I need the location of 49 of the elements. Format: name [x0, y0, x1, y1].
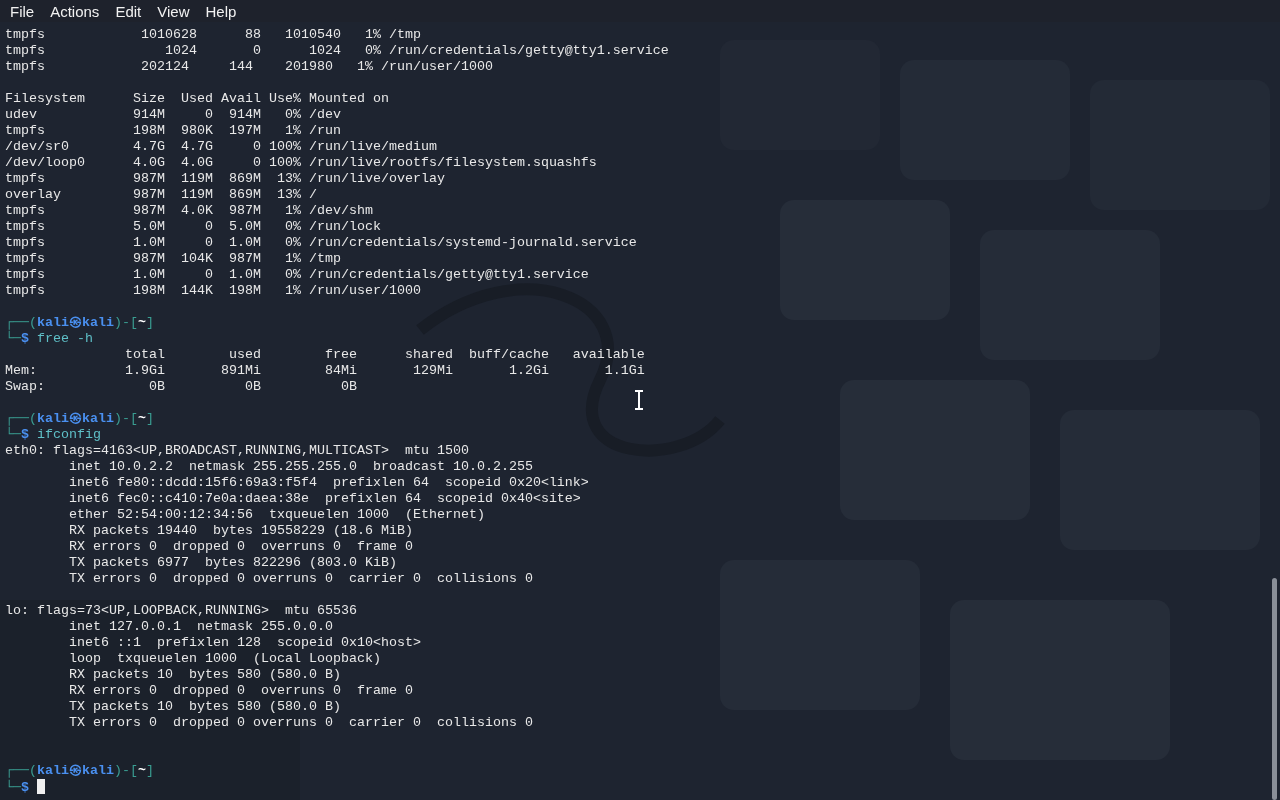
terminal-line: RX packets 19440 bytes 19558229 (18.6 MiB)	[68, 523, 413, 538]
terminal-line: tmpfs 198M 144K 198M 1% /run/user/1000	[5, 283, 421, 298]
terminal-line: loop txqueuelen 1000 (Local Loopback)	[68, 651, 381, 666]
terminal-line: TX errors 0 dropped 0 overruns 0 carrier 0 collisions 0	[68, 715, 533, 730]
terminal-line: Filesystem Size Used Avail Use% Mounted on	[5, 91, 389, 106]
terminal-line: tmpfs 202124 144 201980 1% /run/user/1000	[5, 59, 493, 74]
terminal-line: RX packets 10 bytes 580 (580.0 B)	[68, 667, 341, 682]
terminal-line: /dev/sr0 4.7G 4.7G 0 100% /run/live/medium	[5, 139, 437, 154]
menu-item[interactable]: Actions	[42, 1, 108, 21]
menu-item[interactable]: Help	[197, 1, 245, 21]
terminal-line: TX packets 6977 bytes 822296 (803.0 KiB)	[68, 555, 397, 570]
terminal-line: tmpfs 198M 980K 197M 1% /run	[5, 123, 341, 138]
text-cursor-icon	[634, 390, 644, 410]
terminal-line: inet 10.0.2.2 netmask 255.255.255.0 broadcast 10.0.2.255	[68, 459, 533, 474]
terminal-line: overlay 987M 119M 869M 13% /	[5, 187, 317, 202]
terminal-line: inet6 fe80::dcdd:15f6:69a3:f5f4 prefixlen 64 scopeid 0x20<link>	[68, 475, 589, 490]
terminal-line: RX errors 0 dropped 0 overruns 0 frame 0	[68, 683, 413, 698]
terminal-line: inet 127.0.0.1 netmask 255.0.0.0	[68, 619, 333, 634]
terminal-line: TX errors 0 dropped 0 overruns 0 carrier 0 collisions 0	[68, 571, 533, 586]
terminal-line: udev 914M 0 914M 0% /dev	[5, 107, 341, 122]
prompt-line: ┌──(kali㉿kali)-[~]	[5, 411, 154, 426]
menu-item[interactable]: File	[2, 1, 43, 21]
terminal-line: inet6 ::1 prefixlen 128 scopeid 0x10<host>	[68, 635, 421, 650]
terminal-line: Mem: 1.9Gi 891Mi 84Mi 129Mi 1.2Gi 1.1Gi	[5, 363, 645, 378]
terminal-line: /dev/loop0 4.0G 4.0G 0 100% /run/live/rootfs/filesystem.squashfs	[5, 155, 597, 170]
menu-item[interactable]: Edit	[107, 1, 150, 21]
menu-item[interactable]: View	[149, 1, 198, 21]
terminal-line: lo: flags=73<UP,LOOPBACK,RUNNING> mtu 65536	[5, 603, 357, 618]
terminal-line: eth0: flags=4163<UP,BROADCAST,RUNNING,MULTICAST> mtu 1500	[5, 443, 469, 458]
command-line: └─$	[5, 780, 29, 795]
terminal-line: tmpfs 1.0M 0 1.0M 0% /run/credentials/getty@tty1.service	[5, 267, 589, 282]
command-line: └─$ ifconfig	[5, 427, 101, 442]
terminal-line: total used free shared buff/cache available	[123, 347, 645, 362]
terminal-line: tmpfs 987M 119M 869M 13% /run/live/overlay	[5, 171, 445, 186]
terminal-line: tmpfs 987M 104K 987M 1% /tmp	[5, 251, 341, 266]
terminal-line: tmpfs 1.0M 0 1.0M 0% /run/credentials/systemd-journald.service	[5, 235, 637, 250]
terminal-line: inet6 fec0::c410:7e0a:daea:38e prefixlen 64 scopeid 0x40<site>	[68, 491, 581, 506]
terminal-line: tmpfs 1024 0 1024 0% /run/credentials/getty@tty1.service	[5, 43, 669, 58]
terminal-line: ether 52:54:00:12:34:56 txqueuelen 1000 (Ethernet)	[68, 507, 485, 522]
scrollbar[interactable]	[1272, 578, 1277, 800]
command-line: └─$ free -h	[5, 331, 93, 346]
prompt-line: ┌──(kali㉿kali)-[~]	[5, 763, 154, 778]
terminal-line: tmpfs 1010628 88 1010540 1% /tmp	[5, 27, 421, 42]
terminal-line: RX errors 0 dropped 0 overruns 0 frame 0	[68, 539, 413, 554]
terminal-line: TX packets 10 bytes 580 (580.0 B)	[68, 699, 341, 714]
terminal-line: tmpfs 987M 4.0K 987M 1% /dev/shm	[5, 203, 373, 218]
prompt-line: ┌──(kali㉿kali)-[~]	[5, 315, 154, 330]
terminal-line: tmpfs 5.0M 0 5.0M 0% /run/lock	[5, 219, 381, 234]
terminal-line: Swap: 0B 0B 0B	[5, 379, 357, 394]
